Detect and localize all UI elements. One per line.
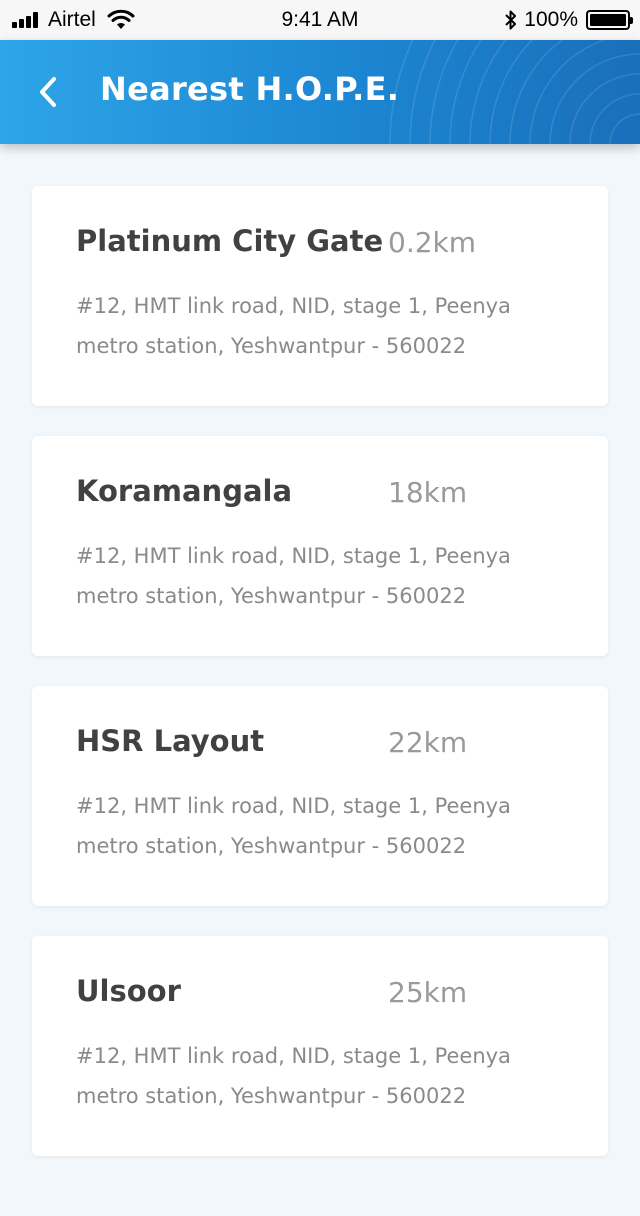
location-name: Ulsoor xyxy=(76,974,181,1008)
location-name: Platinum City Gate xyxy=(76,224,384,258)
location-name: HSR Layout xyxy=(76,724,265,758)
location-card[interactable]: Ulsoor 25km #12, HMT link road, NID, sta… xyxy=(32,936,608,1156)
battery-icon xyxy=(586,10,633,30)
location-name: Koramangala xyxy=(76,474,293,508)
location-address: #12, HMT link road, NID, stage 1, Peenya… xyxy=(76,794,511,858)
location-address: #12, HMT link road, NID, stage 1, Peenya… xyxy=(76,1044,511,1108)
location-distance: 0.2km xyxy=(388,226,477,259)
location-distance: 22km xyxy=(388,726,468,759)
location-distance: 25km xyxy=(388,976,468,1009)
status-bar: Airtel 9:41 AM 100% xyxy=(0,0,640,40)
app-header: Nearest H.O.P.E. xyxy=(0,40,640,144)
page-title: Nearest H.O.P.E. xyxy=(100,70,400,108)
status-right: 100% xyxy=(504,8,633,32)
location-distance: 18km xyxy=(388,476,468,509)
location-address: #12, HMT link road, NID, stage 1, Peenya… xyxy=(76,294,511,358)
bluetooth-icon xyxy=(505,10,517,30)
location-address: #12, HMT link road, NID, stage 1, Peenya… xyxy=(76,544,511,608)
location-list: Platinum City Gate 0.2km #12, HMT link r… xyxy=(32,186,608,1186)
location-card[interactable]: Platinum City Gate 0.2km #12, HMT link r… xyxy=(32,186,608,406)
chevron-left-icon xyxy=(40,77,56,107)
location-card[interactable]: HSR Layout 22km #12, HMT link road, NID,… xyxy=(32,686,608,906)
back-button[interactable] xyxy=(30,74,66,110)
battery-percent: 100% xyxy=(524,8,578,31)
location-card[interactable]: Koramangala 18km #12, HMT link road, NID… xyxy=(32,436,608,656)
